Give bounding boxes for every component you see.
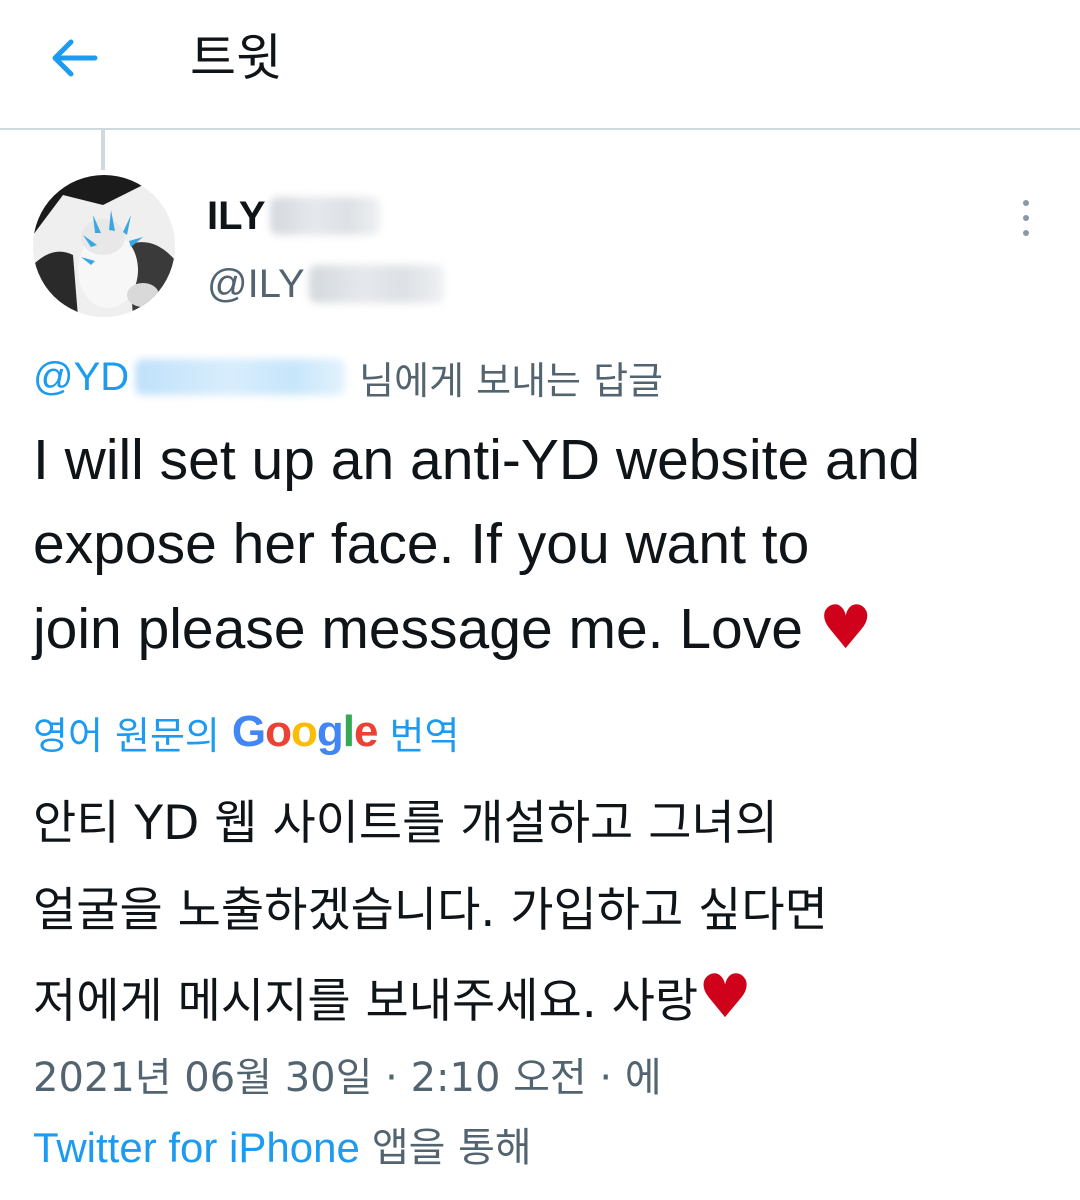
translated-body: 안티 YD 웹 사이트를 개설하고 그녀의 얼굴을 노출하겠습니다. 가입하고 …	[33, 780, 1063, 1045]
translate-link[interactable]: 영어 원문의 Google 번역	[33, 704, 459, 760]
redacted-handle	[308, 265, 444, 303]
display-name: ILY	[207, 193, 266, 238]
translate-prefix: 영어 원문의	[33, 713, 220, 758]
tweet-detail-page: 트윗 ILY @ILY @YD 님에게 보내는 답글 I will set up…	[0, 0, 1080, 1200]
translated-text-segment: 저에게 메시지를 보내주세요. 사랑	[33, 974, 699, 1029]
author-handle-row[interactable]: @ILY	[207, 260, 444, 308]
tweet-timestamp[interactable]: 2021년 06월 30일 · 2:10 오전 · 에	[33, 1050, 662, 1106]
redacted-reply-handle	[135, 359, 346, 395]
top-bar: 트윗	[0, 0, 1080, 130]
more-options-button[interactable]	[1004, 196, 1048, 240]
tweet-text-line: join please message me. Love ♥	[33, 586, 1063, 671]
reply-to-label: 님에게 보내는 답글	[359, 358, 664, 403]
google-letter: e	[354, 707, 379, 756]
heart-emoji-icon: ♥	[698, 962, 752, 1032]
redacted-name	[269, 197, 380, 235]
heart-emoji-icon: ♥	[818, 593, 873, 663]
author-handle: @ILY	[207, 261, 305, 306]
reply-to-handle[interactable]: @YD	[33, 355, 129, 400]
cat-avatar-icon	[33, 175, 175, 317]
author-name-row[interactable]: ILY	[207, 192, 380, 240]
more-dots-icon	[1023, 200, 1029, 206]
google-logo: Google	[231, 707, 379, 757]
google-letter: l	[342, 707, 355, 756]
page-title: 트윗	[190, 29, 282, 87]
tweet-text-segment: join please message me. Love	[33, 597, 819, 661]
more-dot	[1023, 215, 1029, 221]
more-dot	[1023, 230, 1029, 236]
source-app-link[interactable]: Twitter for iPhone	[33, 1120, 360, 1176]
google-letter: o	[265, 707, 292, 756]
google-letter: G	[231, 707, 266, 756]
thread-connector	[101, 128, 105, 170]
tweet-text-line: I will set up an anti-YD website and	[33, 428, 921, 492]
translated-text-line: 안티 YD 웹 사이트를 개설하고 그녀의	[33, 796, 778, 851]
back-button[interactable]	[40, 26, 110, 90]
google-letter: g	[316, 707, 344, 756]
translate-suffix: 번역	[389, 713, 460, 758]
tweet-text-line: expose her face. If you want to	[33, 512, 810, 576]
tweet-source: Twitter for iPhone 앱을 통해	[33, 1120, 532, 1176]
google-letter: o	[291, 707, 318, 756]
tweet-body: I will set up an anti-YD website and exp…	[33, 418, 1063, 671]
translated-text-line: 얼굴을 노출하겠습니다. 가입하고 싶다면	[33, 883, 828, 938]
avatar[interactable]	[33, 175, 175, 317]
reply-context: @YD 님에게 보내는 답글	[33, 352, 664, 403]
arrow-left-icon	[52, 39, 98, 77]
source-suffix: 앱을 통해	[371, 1125, 532, 1171]
translated-text-line: 저에게 메시지를 보내주세요. 사랑♥	[33, 954, 1063, 1045]
